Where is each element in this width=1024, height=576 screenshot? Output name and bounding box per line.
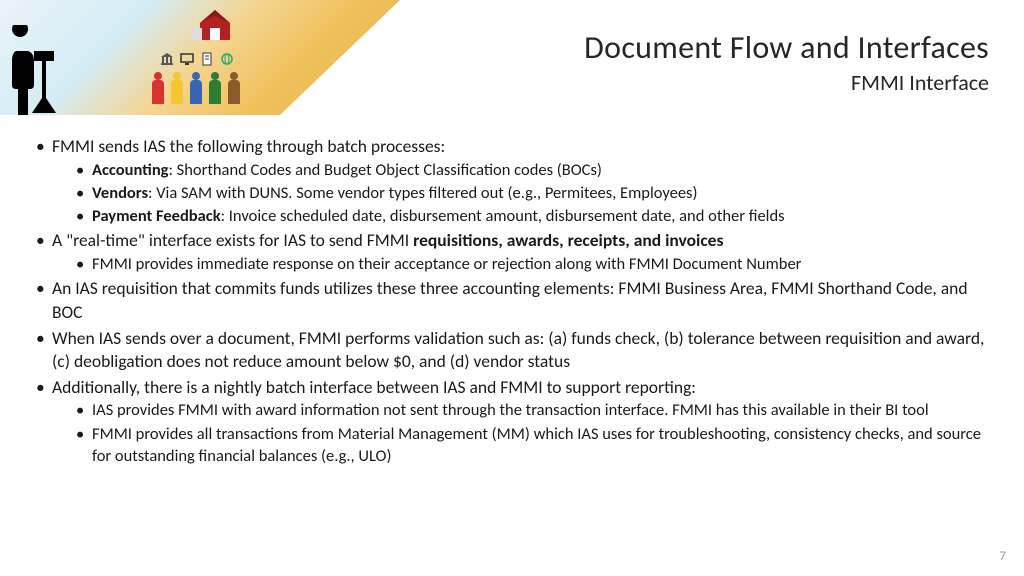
bullet-5a: IAS provides FMMI with award information… [52, 399, 990, 421]
bullet-3: An IAS requisition that commits funds ut… [30, 277, 990, 324]
header-banner-graphic [0, 0, 400, 115]
bullet-4: When IAS sends over a document, FMMI per… [30, 327, 990, 374]
page-number: 7 [999, 549, 1006, 564]
person-green-icon [207, 72, 223, 104]
cameraman-silhouette-icon [0, 25, 65, 115]
bullet-1b: Vendors: Via SAM with DUNS. Some vendor … [52, 182, 990, 204]
people-icons-row [150, 72, 242, 104]
content-body: FMMI sends IAS the following through bat… [30, 135, 990, 469]
bullet-5b: FMMI provides all transactions from Mate… [52, 423, 990, 468]
document-icon [200, 52, 214, 66]
slide-title: Document Flow and Interfaces [584, 28, 989, 67]
person-yellow-icon [169, 72, 185, 104]
bank-icon [160, 52, 174, 66]
person-blue-icon [188, 72, 204, 104]
person-brown-icon [226, 72, 242, 104]
institution-icons-row [160, 52, 234, 66]
barn-icon [190, 8, 240, 43]
bullet-2a: FMMI provides immediate response on thei… [52, 253, 990, 275]
bullet-1a: Accounting: Shorthand Codes and Budget O… [52, 159, 990, 181]
monitor-icon [180, 52, 194, 66]
bullet-1c: Payment Feedback: Invoice scheduled date… [52, 205, 990, 227]
person-red-icon [150, 72, 166, 104]
slide: Document Flow and Interfaces FMMI Interf… [0, 0, 1024, 576]
bullet-2: A "real-time" interface exists for IAS t… [30, 229, 990, 275]
slide-subtitle: FMMI Interface [584, 69, 989, 96]
bullet-1: FMMI sends IAS the following through bat… [30, 135, 990, 227]
bullet-5: Additionally, there is a nightly batch i… [30, 376, 990, 467]
globe-icon [220, 52, 234, 66]
title-block: Document Flow and Interfaces FMMI Interf… [584, 28, 989, 96]
